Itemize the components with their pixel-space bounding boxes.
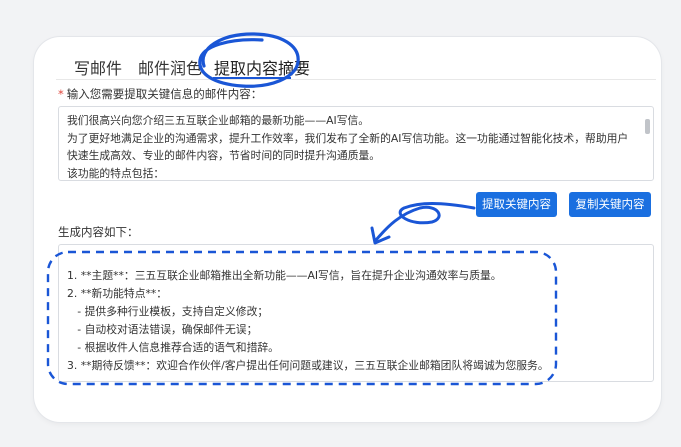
copy-key-content-button[interactable]: 复制关键内容 bbox=[569, 192, 651, 217]
email-input-label: * 输入您需要提取关键信息的邮件内容： bbox=[58, 87, 263, 101]
email-line: 该功能的特点包括： bbox=[67, 167, 165, 180]
tab-polish-email[interactable]: 邮件润色 bbox=[138, 55, 202, 79]
email-content-textarea[interactable]: 我们很高兴向您介绍三五互联企业邮箱的最新功能——AI写信。 为了更好地满足企业的… bbox=[58, 106, 654, 181]
extract-key-content-button[interactable]: 提取关键内容 bbox=[476, 192, 557, 217]
result-line: 3. **期待反馈**：欢迎合作伙伴/客户提出任何问题或建议，三五互联企业邮箱团… bbox=[67, 359, 549, 372]
active-tab-indicator bbox=[213, 77, 291, 79]
result-line: 1. **主题**：三五互联企业邮箱推出全新功能——AI写信，旨在提升企业沟通效… bbox=[67, 269, 502, 282]
result-line: - 自动校对语法错误，确保邮件无误； bbox=[67, 323, 258, 336]
generated-content-box[interactable]: 1. **主题**：三五互联企业邮箱推出全新功能——AI写信，旨在提升企业沟通效… bbox=[58, 244, 654, 382]
email-line: 我们很高兴向您介绍三五互联企业邮箱的最新功能——AI写信。 bbox=[67, 114, 370, 127]
tab-extract-summary[interactable]: 提取内容摘要 bbox=[214, 55, 310, 79]
result-line: 2. **新功能特点**： bbox=[67, 287, 168, 300]
generated-content-label: 生成内容如下： bbox=[58, 225, 139, 239]
email-line: 快速生成高效、专业的邮件内容，节省时间的同时提升沟通质量。 bbox=[67, 149, 381, 162]
email-line: 为了更好地满足企业的沟通需求，提升工作效率，我们发布了全新的AI写信功能。这一功… bbox=[67, 132, 629, 145]
result-line: - 提供多种行业模板，支持自定义修改； bbox=[67, 305, 269, 318]
required-mark: * bbox=[58, 87, 64, 101]
textarea-scrollbar[interactable] bbox=[645, 119, 650, 134]
result-line: - 根据收件人信息推荐合适的语气和措辞。 bbox=[67, 341, 279, 354]
tabs-divider bbox=[56, 79, 656, 80]
tab-write-email[interactable]: 写邮件 bbox=[74, 55, 122, 79]
